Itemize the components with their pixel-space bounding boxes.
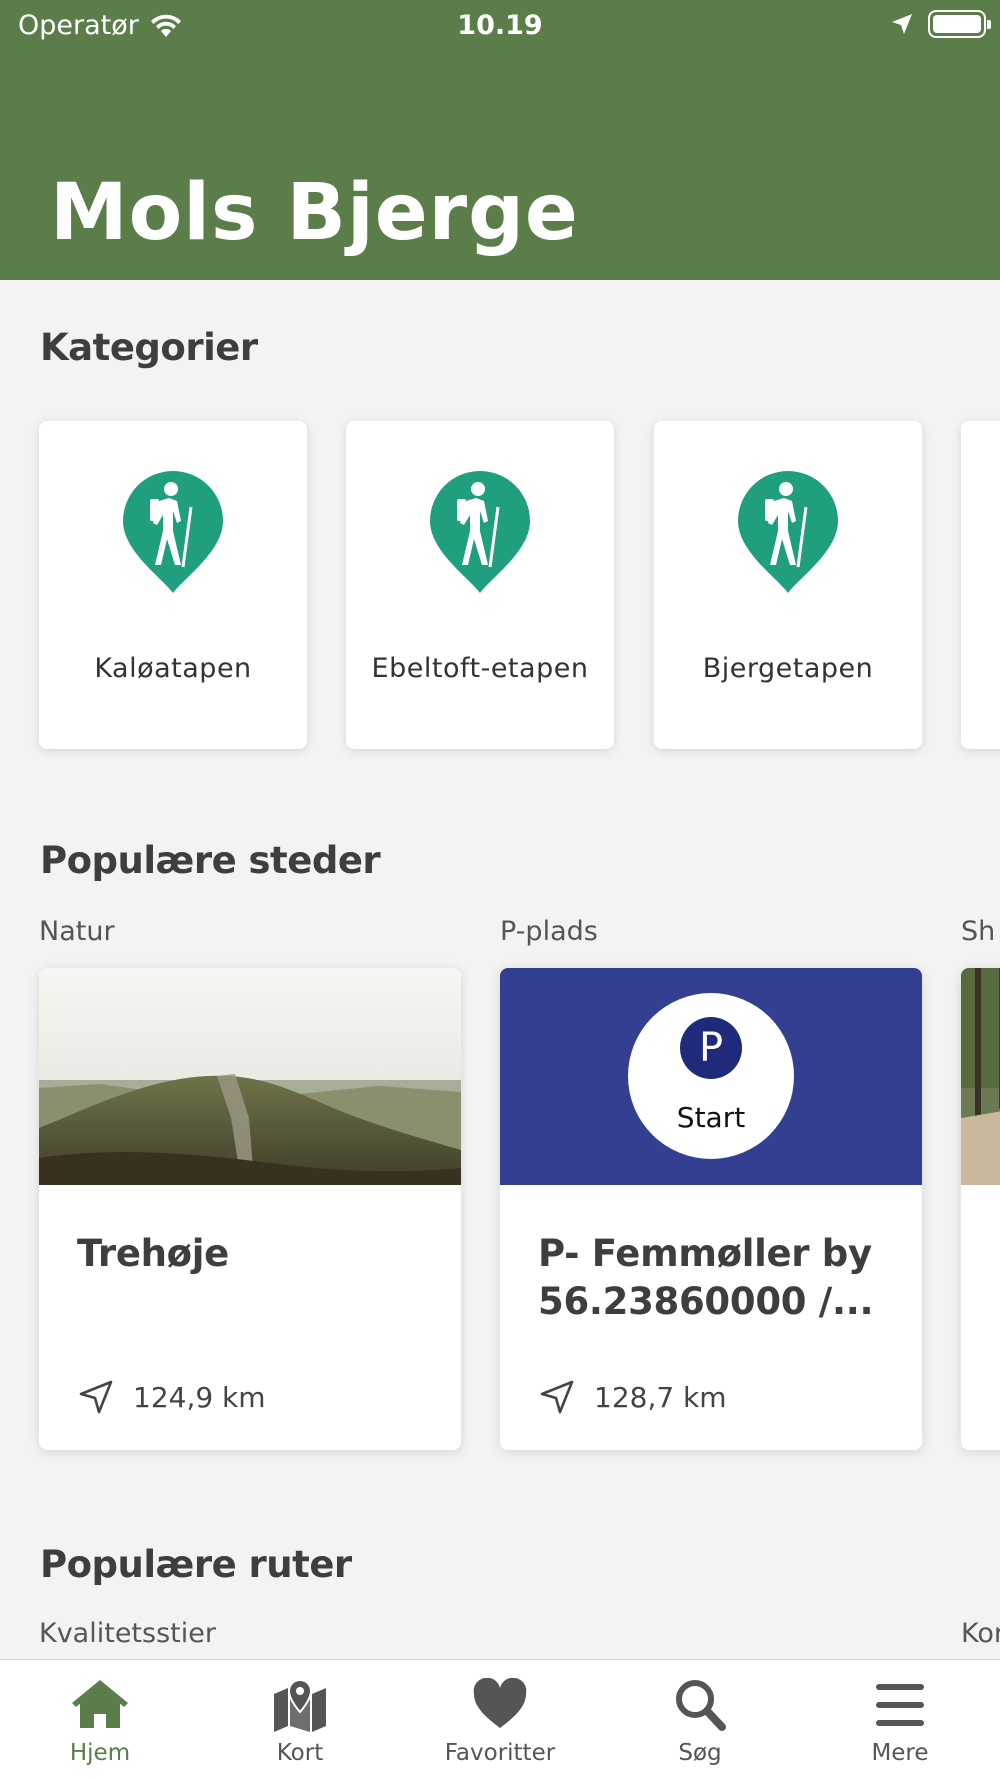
heart-icon	[473, 1678, 527, 1728]
popular-places-title: Populære steder	[40, 839, 381, 882]
place-card-trehoje[interactable]: Trehøje 124,9 km	[39, 968, 461, 1450]
place-photo	[39, 968, 461, 1185]
hiker-pin-icon	[738, 471, 838, 593]
distance-value: 128,7 km	[594, 1380, 727, 1414]
screen: Operatør 10.19 Mols Bjerge Kategorier Ka…	[0, 0, 1000, 1778]
tab-favorites[interactable]: Favoritter	[400, 1660, 600, 1778]
location-arrow-icon	[892, 14, 912, 34]
hiker-pin-icon	[123, 471, 223, 593]
category-label: Kaløatapen	[94, 653, 252, 684]
tab-more[interactable]: Mere	[800, 1660, 1000, 1778]
page-title: Mols Bjerge	[50, 168, 579, 258]
tab-label: Favoritter	[444, 1740, 556, 1766]
home-icon	[72, 1680, 128, 1728]
category-card-bjerg[interactable]: Bjergetapen	[654, 421, 922, 749]
category-card-ebeltoft[interactable]: Ebeltoft-etapen	[346, 421, 614, 749]
app-header: Operatør 10.19 Mols Bjerge	[0, 0, 1000, 280]
tab-bar: Hjem Kort Favoritter Søg Mere	[0, 1659, 1000, 1778]
status-right	[890, 10, 991, 38]
tab-label: Mere	[871, 1740, 929, 1766]
status-time: 10.19	[457, 10, 543, 41]
battery-icon	[928, 10, 991, 38]
map-pin-icon	[274, 1678, 326, 1732]
place-title: Trehøje	[77, 1232, 229, 1275]
tab-home[interactable]: Hjem	[0, 1660, 200, 1778]
place-photo	[961, 968, 1000, 1185]
place-distance: 124,9 km	[77, 1378, 266, 1416]
tab-label: Kort	[276, 1740, 324, 1766]
parking-start-label: Start	[676, 1101, 746, 1134]
place-group-label: Natur	[39, 916, 115, 947]
distance-value: 124,9 km	[133, 1380, 266, 1414]
tab-label: Søg	[678, 1740, 722, 1766]
landscape-photo	[39, 968, 461, 1185]
navigation-arrow-icon	[540, 1380, 574, 1414]
parking-image: P Start	[500, 968, 922, 1185]
parking-p-icon: P	[680, 1017, 742, 1079]
status-bar: Operatør 10.19	[0, 0, 1000, 50]
route-group-label: Kor	[961, 1618, 1000, 1649]
tab-search[interactable]: Søg	[600, 1660, 800, 1778]
categories-title: Kategorier	[40, 326, 258, 369]
menu-icon	[876, 1684, 924, 1726]
parking-badge: P Start	[628, 993, 794, 1159]
place-group-label: P-plads	[500, 916, 598, 947]
hiker-pin-icon	[430, 471, 530, 593]
category-label: Ebeltoft-etapen	[371, 653, 589, 684]
route-group-label: Kvalitetsstier	[39, 1618, 216, 1649]
search-icon	[676, 1680, 726, 1731]
category-label: Bjergetapen	[702, 653, 874, 684]
place-group-label: Sh	[961, 916, 996, 947]
place-card-partial[interactable]	[961, 968, 1000, 1450]
place-card-femmoller[interactable]: P Start P- Femmøller by 56.23860000 /...…	[500, 968, 922, 1450]
category-card-kalo[interactable]: Kaløatapen	[39, 421, 307, 749]
navigation-arrow-icon	[79, 1380, 113, 1414]
category-card-partial[interactable]	[961, 421, 1000, 749]
place-title: P- Femmøller by 56.23860000 /...	[538, 1232, 874, 1323]
place-distance: 128,7 km	[538, 1378, 727, 1416]
tab-map[interactable]: Kort	[200, 1660, 400, 1778]
forest-photo	[961, 968, 1000, 1185]
popular-routes-title: Populære ruter	[40, 1543, 352, 1586]
tab-label: Hjem	[69, 1740, 131, 1766]
